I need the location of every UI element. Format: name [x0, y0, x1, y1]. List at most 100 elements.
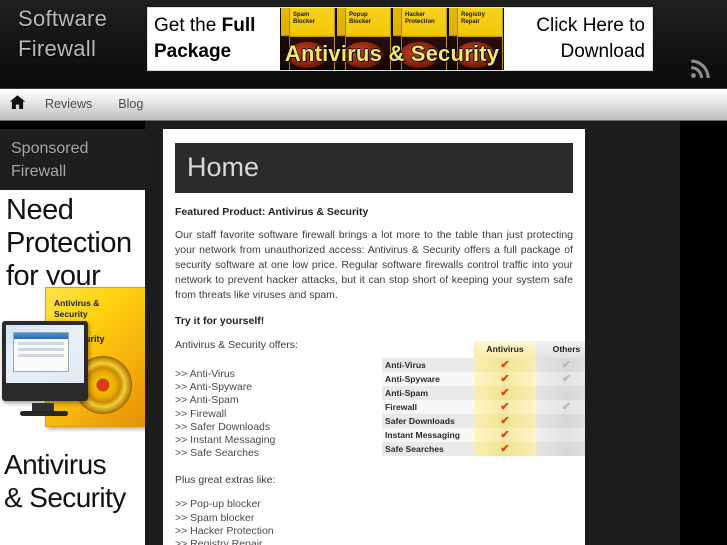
- check-icon: ✔: [500, 415, 510, 427]
- sidebar-heading: Sponsored Firewall: [0, 129, 145, 190]
- sidebar-ad[interactable]: Need Protection for your PC? Antivirus &…: [0, 190, 145, 545]
- banner-right-text: Click Here to Download: [504, 8, 652, 70]
- sidebar-ad-product-image: Antivirus & Security PC Security: [0, 285, 145, 450]
- list-item: >> Safer Downloads: [175, 420, 271, 433]
- page-title: Home: [175, 143, 573, 193]
- product-box-line2: Blocker: [349, 19, 372, 25]
- check-icon: ✔: [500, 373, 510, 385]
- col-header-feature: [382, 341, 474, 358]
- row-feature: Safer Downloads: [382, 414, 474, 428]
- sidebar-ad-footer-line1: Antivirus: [4, 449, 107, 480]
- table-row: Anti-Virus ✔ ✔: [382, 358, 585, 372]
- try-it-label: Try it for yourself!: [175, 315, 265, 327]
- check-icon: ✔: [561, 373, 572, 385]
- cell-antivirus: ✔: [474, 414, 536, 428]
- featured-product-label: Featured Product: Antivirus & Security: [175, 206, 369, 218]
- monitor-graphic: [2, 321, 88, 416]
- sidebar-box-title-line1: Antivirus &: [54, 298, 100, 308]
- row-feature: Safe Searches: [382, 442, 474, 456]
- list-item: >> Safe Searches: [175, 447, 260, 460]
- list-item: >> Registry Repair: [175, 538, 263, 545]
- list-item: >> Hacker Protection: [175, 524, 274, 537]
- intro-paragraph: Our staff favorite software firewall bri…: [175, 229, 573, 301]
- row-feature: Instant Messaging: [382, 428, 474, 442]
- banner-right-line2: Download: [560, 41, 646, 62]
- check-icon: ✔: [561, 359, 572, 371]
- cell-antivirus: ✔: [474, 372, 536, 386]
- product-box-line1: Popup: [349, 12, 368, 18]
- check-icon: ✔: [561, 401, 572, 413]
- product-box-line1: Hacker: [405, 12, 426, 18]
- product-box-line2: Protection: [405, 19, 435, 25]
- cell-others: ✔: [536, 400, 585, 414]
- banner-left-line1-bold: Full: [221, 15, 256, 36]
- main-panel: Home Featured Product: Antivirus & Secur…: [145, 121, 680, 545]
- row-feature: Anti-Virus: [382, 358, 474, 372]
- check-icon: ✔: [500, 401, 510, 413]
- sidebar-heading-line1: Sponsored: [11, 140, 89, 157]
- list-item: >> Pop-up blocker: [175, 498, 261, 511]
- row-feature: Anti-Spam: [382, 386, 474, 400]
- banner-product-boxes: Spam Blocker Popup Blocker Hacker Protec…: [280, 8, 504, 70]
- banner-overlay-title: Antivirus & Security: [284, 41, 500, 66]
- banner-left-text: Get the Full Package: [148, 8, 280, 70]
- table-row: Instant Messaging ✔: [382, 428, 585, 442]
- nav-item-blog[interactable]: Blog: [105, 89, 156, 120]
- list-item: >> Instant Messaging: [175, 434, 276, 447]
- col-header-others: Others: [536, 341, 585, 358]
- rss-feed-icon[interactable]: [689, 58, 711, 80]
- features-column: Antivirus & Security offers: >> Anti-Vir…: [175, 339, 370, 545]
- nav-item-home[interactable]: [2, 94, 32, 115]
- sidebar-ad-headline-line2: Protection: [6, 227, 132, 259]
- cell-others: [536, 442, 585, 456]
- check-icon: ✔: [500, 359, 510, 371]
- list-item: >> Anti-Spyware: [175, 381, 253, 394]
- cell-others: [536, 386, 585, 400]
- col-header-antivirus: Antivirus: [474, 341, 536, 358]
- site-title: Software Firewall: [18, 4, 138, 64]
- table-row: Safer Downloads ✔: [382, 414, 585, 428]
- cell-antivirus: ✔: [474, 358, 536, 372]
- offers-label: Antivirus & Security offers:: [175, 339, 298, 351]
- banner-left-line2: Package: [154, 41, 232, 62]
- home-icon: [9, 94, 26, 115]
- sidebar: Sponsored Firewall Need Protection for y…: [0, 129, 145, 545]
- list-item: >> Firewall: [175, 407, 227, 420]
- product-box-line1: Spam: [293, 12, 310, 18]
- table-row: Firewall ✔ ✔: [382, 400, 585, 414]
- cell-others: [536, 414, 585, 428]
- check-icon: ✔: [500, 387, 510, 399]
- table-row: Anti-Spam ✔: [382, 386, 585, 400]
- header-banner-ad[interactable]: Get the Full Package Spam Blocker Popup: [147, 7, 653, 71]
- sidebar-box-title-line2: Security: [54, 309, 88, 319]
- banner-right-line1: Click Here to: [536, 15, 645, 36]
- check-icon: ✔: [500, 443, 510, 455]
- row-feature: Firewall: [382, 400, 474, 414]
- site-title-line2: Firewall: [18, 36, 97, 61]
- comparison-table: Antivirus Others Anti-Virus ✔ ✔ Anti-Spy…: [382, 341, 585, 456]
- table-header-row: Antivirus Others: [382, 341, 585, 358]
- cell-antivirus: ✔: [474, 428, 536, 442]
- main-navigation: Reviews Blog: [0, 88, 727, 121]
- list-item: >> Spam blocker: [175, 511, 255, 524]
- cell-others: ✔: [536, 358, 585, 372]
- product-box-line2: Repair: [461, 19, 480, 25]
- sidebar-ad-footer-line2: & Security: [4, 482, 126, 513]
- site-header: Software Firewall Get the Full Package S…: [0, 0, 727, 88]
- page-body: Sponsored Firewall Need Protection for y…: [0, 121, 727, 545]
- comparison-column: Antivirus Others Anti-Virus ✔ ✔ Anti-Spy…: [370, 339, 585, 545]
- cell-antivirus: ✔: [474, 442, 536, 456]
- sidebar-ad-footer: Antivirus & Security: [0, 448, 145, 514]
- banner-left-line1-plain: Get the: [154, 15, 222, 36]
- cell-others: [536, 428, 585, 442]
- main-content: Home Featured Product: Antivirus & Secur…: [163, 129, 585, 545]
- cell-antivirus: ✔: [474, 400, 536, 414]
- list-item: >> Anti-Spam: [175, 394, 239, 407]
- check-icon: ✔: [500, 429, 510, 441]
- product-box-line1: Registry: [461, 12, 486, 18]
- offers-list: >> Anti-Virus >> Anti-Spyware >> Anti-Sp…: [175, 368, 370, 460]
- table-row: Safe Searches ✔: [382, 442, 585, 456]
- nav-item-reviews[interactable]: Reviews: [32, 89, 105, 120]
- table-row: Anti-Spyware ✔ ✔: [382, 372, 585, 386]
- list-item: >> Anti-Virus: [175, 368, 235, 380]
